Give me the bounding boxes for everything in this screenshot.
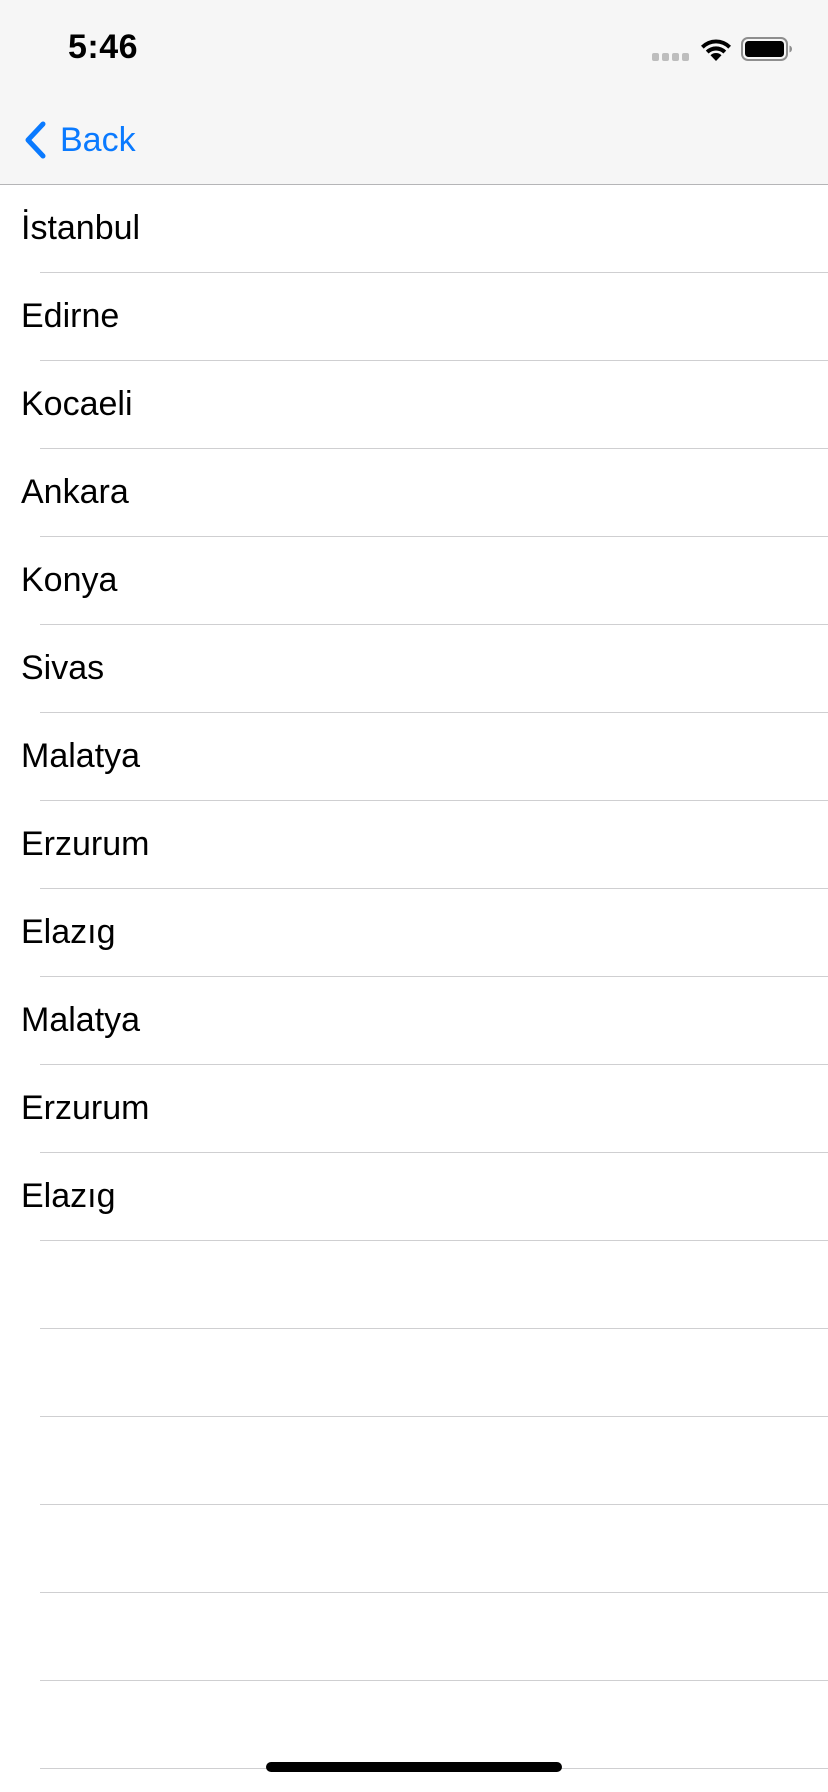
- city-list: İstanbul Edirne Kocaeli Ankara Konya Siv…: [0, 185, 828, 1769]
- list-item[interactable]: Ankara: [21, 449, 828, 537]
- back-label: Back: [60, 120, 136, 159]
- list-item[interactable]: Elazıg: [21, 1153, 828, 1241]
- list-item[interactable]: Malatya: [21, 713, 828, 801]
- list-item-label: İstanbul: [21, 209, 141, 247]
- list-item-label: Edirne: [21, 297, 120, 335]
- list-item-label: Malatya: [21, 1001, 141, 1039]
- empty-list-row: [40, 1329, 828, 1417]
- list-item[interactable]: Kocaeli: [21, 361, 828, 449]
- home-indicator[interactable]: [266, 1762, 562, 1772]
- list-item[interactable]: Elazıg: [21, 889, 828, 977]
- empty-list-row: [40, 1241, 828, 1329]
- status-bar: 5:46: [0, 0, 828, 96]
- list-item-label: Elazıg: [21, 913, 116, 951]
- status-time: 5:46: [68, 28, 139, 66]
- chevron-left-icon: [25, 121, 46, 159]
- empty-list-row: [40, 1593, 828, 1681]
- cellular-signal-icon: [652, 53, 692, 61]
- list-item[interactable]: Malatya: [21, 977, 828, 1065]
- wifi-icon: [701, 39, 731, 61]
- list-item[interactable]: Erzurum: [21, 801, 828, 889]
- list-item-label: Ankara: [21, 473, 129, 511]
- list-item[interactable]: Sivas: [21, 625, 828, 713]
- list-item[interactable]: İstanbul: [21, 185, 828, 273]
- navigation-bar: Back: [0, 96, 828, 185]
- battery-icon: [741, 37, 792, 61]
- empty-list-row: [40, 1417, 828, 1505]
- list-item[interactable]: Edirne: [21, 273, 828, 361]
- empty-list-row: [40, 1505, 828, 1593]
- list-item-label: Konya: [21, 561, 118, 599]
- list-item-label: Sivas: [21, 649, 105, 687]
- list-item[interactable]: Erzurum: [21, 1065, 828, 1153]
- list-item-label: Elazıg: [21, 1177, 116, 1215]
- empty-list-row: [40, 1681, 828, 1769]
- list-item-label: Kocaeli: [21, 385, 133, 423]
- list-item-label: Erzurum: [21, 825, 150, 863]
- list-item[interactable]: Konya: [21, 537, 828, 625]
- list-item-label: Erzurum: [21, 1089, 150, 1127]
- list-item-label: Malatya: [21, 737, 141, 775]
- back-button[interactable]: Back: [22, 116, 136, 164]
